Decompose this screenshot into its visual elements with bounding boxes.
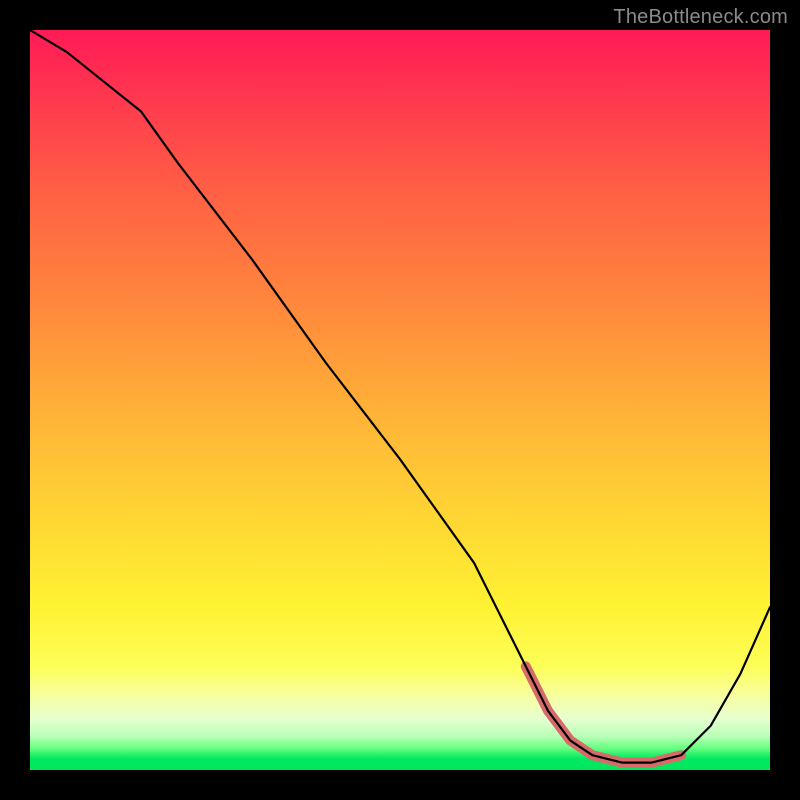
plot-area [30,30,770,770]
bottleneck-curve [30,30,770,763]
optimal-range-marker [526,666,681,762]
chart-svg [30,30,770,770]
watermark-text: TheBottleneck.com [613,6,788,29]
chart-stage: TheBottleneck.com [0,0,800,800]
